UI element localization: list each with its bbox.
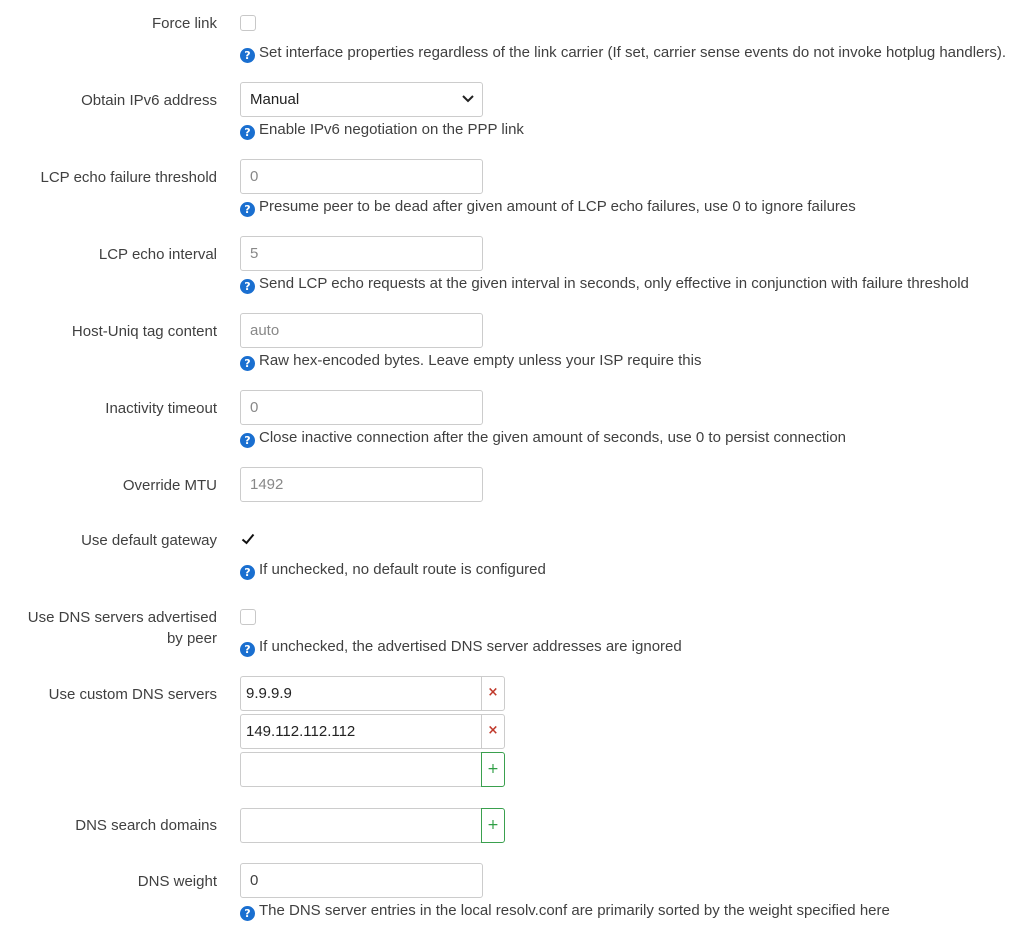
- dns-weight-help: ? The DNS server entries in the local res…: [240, 902, 890, 921]
- peer-dns-label-line2: by peer: [166, 630, 217, 647]
- help-icon: ?: [240, 642, 255, 657]
- lcp-interval-help: ? Send LCP echo requests at the given int…: [240, 275, 969, 294]
- mtu-label: Override MTU: [122, 477, 217, 494]
- inactivity-label: Inactivity timeout: [105, 400, 217, 417]
- custom-dns-new-input[interactable]: [240, 752, 481, 787]
- dns-search-label: DNS search domains: [75, 817, 217, 834]
- lcp-interval-label: LCP echo interval: [98, 246, 217, 263]
- inactivity-input[interactable]: 0: [240, 390, 483, 425]
- dns-weight-input[interactable]: 0: [240, 863, 483, 898]
- dns-weight-label: DNS weight: [137, 873, 217, 890]
- custom-dns-entry[interactable]: 9.9.9.9: [240, 676, 481, 711]
- help-icon: ?: [240, 125, 255, 140]
- default-gw-checkbox[interactable]: [240, 531, 256, 547]
- obtain-ipv6-selected: Manual: [250, 91, 300, 108]
- obtain-ipv6-help: ? Enable IPv6 negotiation on the PPP link: [240, 121, 524, 140]
- help-icon: ?: [240, 356, 255, 371]
- remove-dns-button[interactable]: ×: [481, 676, 505, 711]
- dns-search-input[interactable]: [240, 808, 481, 843]
- add-search-domain-button[interactable]: +: [481, 808, 505, 843]
- lcp-interval-input[interactable]: 5: [240, 236, 483, 271]
- default-gw-label: Use default gateway: [81, 532, 217, 549]
- checkmark-icon: [241, 533, 255, 545]
- peer-dns-help: ? If unchecked, the advertised DNS server…: [240, 638, 682, 657]
- help-icon: ?: [240, 565, 255, 580]
- help-icon: ?: [240, 202, 255, 217]
- lcp-failure-label: LCP echo failure threshold: [40, 169, 218, 186]
- lcp-failure-input[interactable]: 0: [240, 159, 483, 194]
- host-uniq-help: ? Raw hex-encoded bytes. Leave empty unle…: [240, 352, 701, 371]
- custom-dns-entry[interactable]: 149.112.112.112: [240, 714, 481, 749]
- remove-dns-button[interactable]: ×: [481, 714, 505, 749]
- obtain-ipv6-label: Obtain IPv6 address: [81, 92, 217, 109]
- peer-dns-label-line1: Use DNS servers advertised: [27, 609, 217, 626]
- peer-dns-checkbox[interactable]: [240, 609, 256, 625]
- help-icon: ?: [240, 279, 255, 294]
- help-icon: ?: [240, 906, 255, 921]
- help-icon: ?: [240, 48, 255, 63]
- obtain-ipv6-select[interactable]: Manual: [240, 82, 483, 117]
- lcp-failure-help: ? Presume peer to be dead after given amo…: [240, 198, 856, 217]
- host-uniq-label: Host-Uniq tag content: [71, 323, 217, 340]
- default-gw-help: ? If unchecked, no default route is confi…: [240, 561, 546, 580]
- add-dns-button[interactable]: +: [481, 752, 505, 787]
- force-link-help: ? Set interface properties regardless of …: [240, 44, 1006, 63]
- host-uniq-input[interactable]: auto: [240, 313, 483, 348]
- force-link-checkbox[interactable]: [240, 15, 256, 31]
- force-link-label: Force link: [151, 15, 217, 32]
- chevron-down-icon: [462, 95, 474, 103]
- inactivity-help: ? Close inactive connection after the giv…: [240, 429, 846, 448]
- mtu-input[interactable]: 1492: [240, 467, 483, 502]
- help-icon: ?: [240, 433, 255, 448]
- custom-dns-label: Use custom DNS servers: [48, 686, 217, 703]
